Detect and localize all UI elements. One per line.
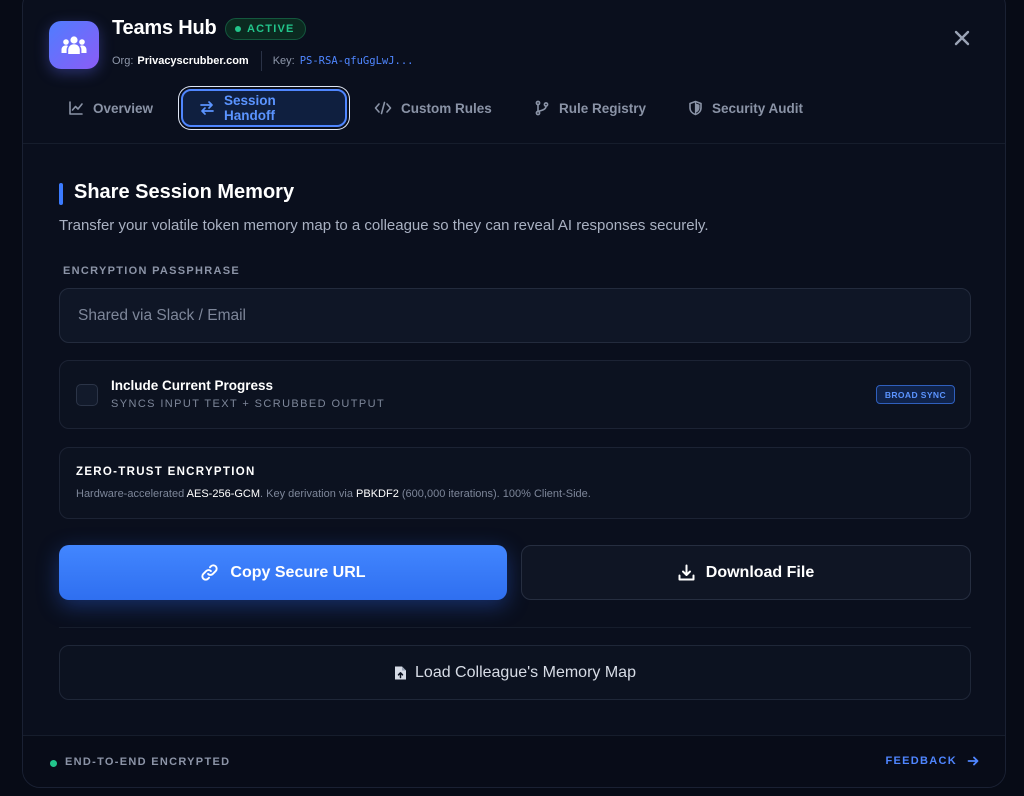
encryption-kdf: PBKDF2 [356,488,399,500]
load-memory-map-button[interactable]: Load Colleague's Memory Map [59,645,971,700]
load-memory-map-label: Load Colleague's Memory Map [415,663,636,681]
arrow-right-icon [967,756,979,766]
shield-icon [689,100,702,116]
encryption-desc-prefix: Hardware-accelerated [76,488,187,500]
git-branch-icon [535,100,549,116]
tab-session-handoff[interactable]: Session Handoff [181,89,347,127]
meta-divider [260,51,262,71]
org-value: Privacyscrubber.com [137,55,249,67]
section-accent-bar [59,183,63,205]
encrypted-status-text: END-TO-END ENCRYPTED [65,756,231,768]
status-badge-label: ACTIVE [247,23,295,35]
encryption-info-card: ZERO-TRUST ENCRYPTION Hardware-accelerat… [59,447,971,519]
download-icon [678,564,695,581]
status-dot-icon [235,26,241,32]
key-label: Key: [272,55,295,67]
org-label: Org: [112,55,134,67]
broad-sync-badge: BROAD SYNC [875,385,955,404]
copy-secure-url-button[interactable]: Copy Secure URL [59,545,507,600]
include-progress-title: Include Current Progress [111,378,274,393]
tab-rule-registry-label: Rule Registry [559,100,647,116]
encryption-desc-mid: . Key derivation via [260,488,357,500]
tab-rule-registry[interactable]: Rule Registry [534,89,646,127]
include-progress-checkbox[interactable] [76,384,98,406]
code-icon [374,101,392,115]
tab-bar: Overview Session Handoff Custom Rules Ru… [23,89,1005,139]
status-badge: ACTIVE [225,18,306,40]
encryption-description: Hardware-accelerated AES-256-GCM. Key de… [76,488,591,500]
tab-security-audit[interactable]: Security Audit [688,89,803,127]
download-file-label: Download File [705,563,815,581]
key-value: PS-RSA-qfuGgLwJ... [299,55,414,67]
swap-arrows-icon [200,101,214,115]
teams-logo-icon [49,21,99,69]
tab-overview-label: Overview [93,100,154,116]
encryption-title: ZERO-TRUST ENCRYPTION [76,466,256,478]
section-title: Share Session Memory [74,181,295,203]
teams-hub-panel: Teams Hub ACTIVE Org: Privacyscrubber.co… [22,0,1006,788]
encryption-algo: AES-256-GCM [186,488,261,500]
tab-custom-rules[interactable]: Custom Rules [374,89,492,127]
copy-secure-url-label: Copy Secure URL [230,563,366,581]
section-description: Transfer your volatile token memory map … [59,217,709,234]
tab-security-audit-label: Security Audit [712,100,804,116]
include-progress-subtitle: SYNCS INPUT TEXT + SCRUBBED OUTPUT [111,398,386,410]
passphrase-label: ENCRYPTION PASSPHRASE [63,265,241,277]
chart-line-icon [69,101,83,115]
link-icon [201,564,219,581]
close-button[interactable] [949,25,975,51]
tabs-divider [23,143,1005,144]
tab-session-handoff-label: Session Handoff [224,93,276,123]
encrypted-status-dot-icon [50,760,57,767]
feedback-label: FEEDBACK [885,755,957,767]
tab-custom-rules-label: Custom Rules [401,100,492,116]
close-icon [954,30,970,46]
tab-overview[interactable]: Overview [68,89,153,127]
footer-bar: END-TO-END ENCRYPTED FEEDBACK [23,735,1005,787]
feedback-link[interactable]: FEEDBACK [885,755,979,767]
org-meta-row: Org: Privacyscrubber.com Key: PS-RSA-qfu… [112,51,414,71]
actions-divider [59,627,971,628]
download-file-button[interactable]: Download File [521,545,971,600]
app-title: Teams Hub [112,17,217,39]
encryption-desc-suffix: (600,000 iterations). 100% Client-Side. [398,488,591,500]
file-upload-icon [395,666,407,679]
include-progress-option[interactable]: Include Current Progress SYNCS INPUT TEX… [59,360,971,429]
passphrase-input[interactable] [59,288,971,343]
